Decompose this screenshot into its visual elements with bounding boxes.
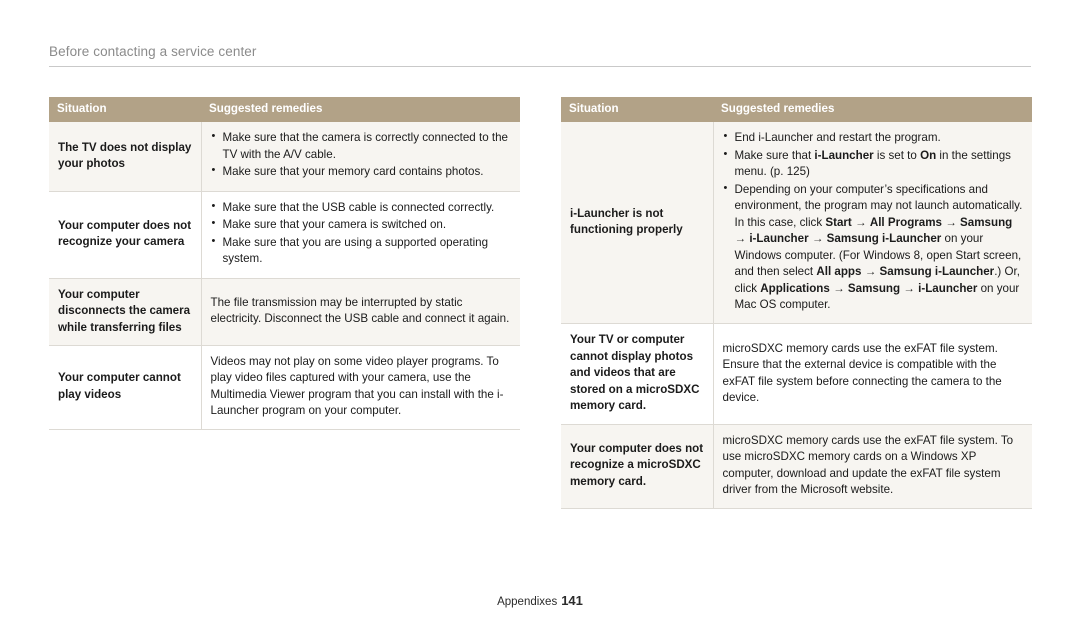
right-column: Situation Suggested remedies i-Launcher … [561,97,1032,509]
list-item: Make sure that the camera is correctly c… [211,129,512,163]
remedy-cell: End i-Launcher and restart the program. … [713,122,1032,325]
table-header-row: Situation Suggested remedies [561,97,1032,123]
table-row: Your computer does not recognize a micro… [561,424,1032,509]
situation-cell: Your TV or computer cannot display photo… [561,323,714,425]
remedy-paragraph: The file transmission may be interrupted… [210,295,510,326]
page-title: Before contacting a service center [49,44,257,59]
situation-cell: i-Launcher is not functioning properly [561,122,714,325]
list-item: End i-Launcher and restart the program. [723,129,1024,146]
column-header-remedies: Suggested remedies [713,97,1032,123]
table-body-left: The TV does not display your photos Make… [49,122,520,430]
remedy-cell: microSDXC memory cards use the exFAT fil… [713,323,1032,425]
content-columns: Situation Suggested remedies The TV does… [0,97,1080,509]
situation-cell: The TV does not display your photos [49,122,202,192]
table-row: Your computer cannot play videos Videos … [49,345,520,430]
left-column: Situation Suggested remedies The TV does… [49,97,520,509]
remedy-cell: microSDXC memory cards use the exFAT fil… [713,424,1032,509]
remedy-list: Make sure that the camera is correctly c… [211,129,512,180]
remedy-paragraph: microSDXC memory cards use the exFAT fil… [722,433,1014,497]
table-row: The TV does not display your photos Make… [49,122,520,192]
remedy-cell: Make sure that the USB cable is connecte… [201,191,520,279]
table-row: Your computer disconnects the camera whi… [49,278,520,347]
column-header-situation: Situation [561,97,713,123]
troubleshooting-table-right: Situation Suggested remedies i-Launcher … [561,97,1032,509]
situation-cell: Your computer does not recognize your ca… [49,191,202,279]
remedy-paragraph: microSDXC memory cards use the exFAT fil… [722,341,1002,405]
table-row: i-Launcher is not functioning properly E… [561,122,1032,325]
table-row: Your computer does not recognize your ca… [49,191,520,279]
list-item: Make sure that your memory card contains… [211,163,512,180]
remedy-list: End i-Launcher and restart the program. … [723,129,1024,314]
remedy-cell: Videos may not play on some video player… [201,345,520,430]
troubleshooting-table-left: Situation Suggested remedies The TV does… [49,97,520,430]
column-header-remedies: Suggested remedies [201,97,520,123]
remedy-cell: The file transmission may be interrupted… [201,278,520,347]
list-item: Make sure that i-Launcher is set to On i… [723,147,1024,181]
remedy-list: Make sure that the USB cable is connecte… [211,199,512,268]
situation-cell: Your computer disconnects the camera whi… [49,278,202,347]
page-number: 141 [561,593,583,608]
page-footer: Appendixes 141 [0,593,1080,608]
situation-cell: Your computer does not recognize a micro… [561,424,714,509]
remedy-paragraph: Videos may not play on some video player… [210,355,504,418]
header-divider [49,66,1031,67]
situation-cell: Your computer cannot play videos [49,345,202,430]
list-item: Make sure that you are using a supported… [211,234,512,268]
footer-section-label: Appendixes [497,596,558,608]
table-row: Your TV or computer cannot display photo… [561,323,1032,425]
column-header-situation: Situation [49,97,201,123]
list-item: Make sure that your camera is switched o… [211,216,512,233]
page-header: Before contacting a service center [49,44,1031,67]
table-header-row: Situation Suggested remedies [49,97,520,123]
list-item: Depending on your computer’s specificati… [723,181,1024,314]
table-body-right: i-Launcher is not functioning properly E… [561,122,1032,509]
remedy-cell: Make sure that the camera is correctly c… [201,122,520,192]
list-item: Make sure that the USB cable is connecte… [211,199,512,216]
